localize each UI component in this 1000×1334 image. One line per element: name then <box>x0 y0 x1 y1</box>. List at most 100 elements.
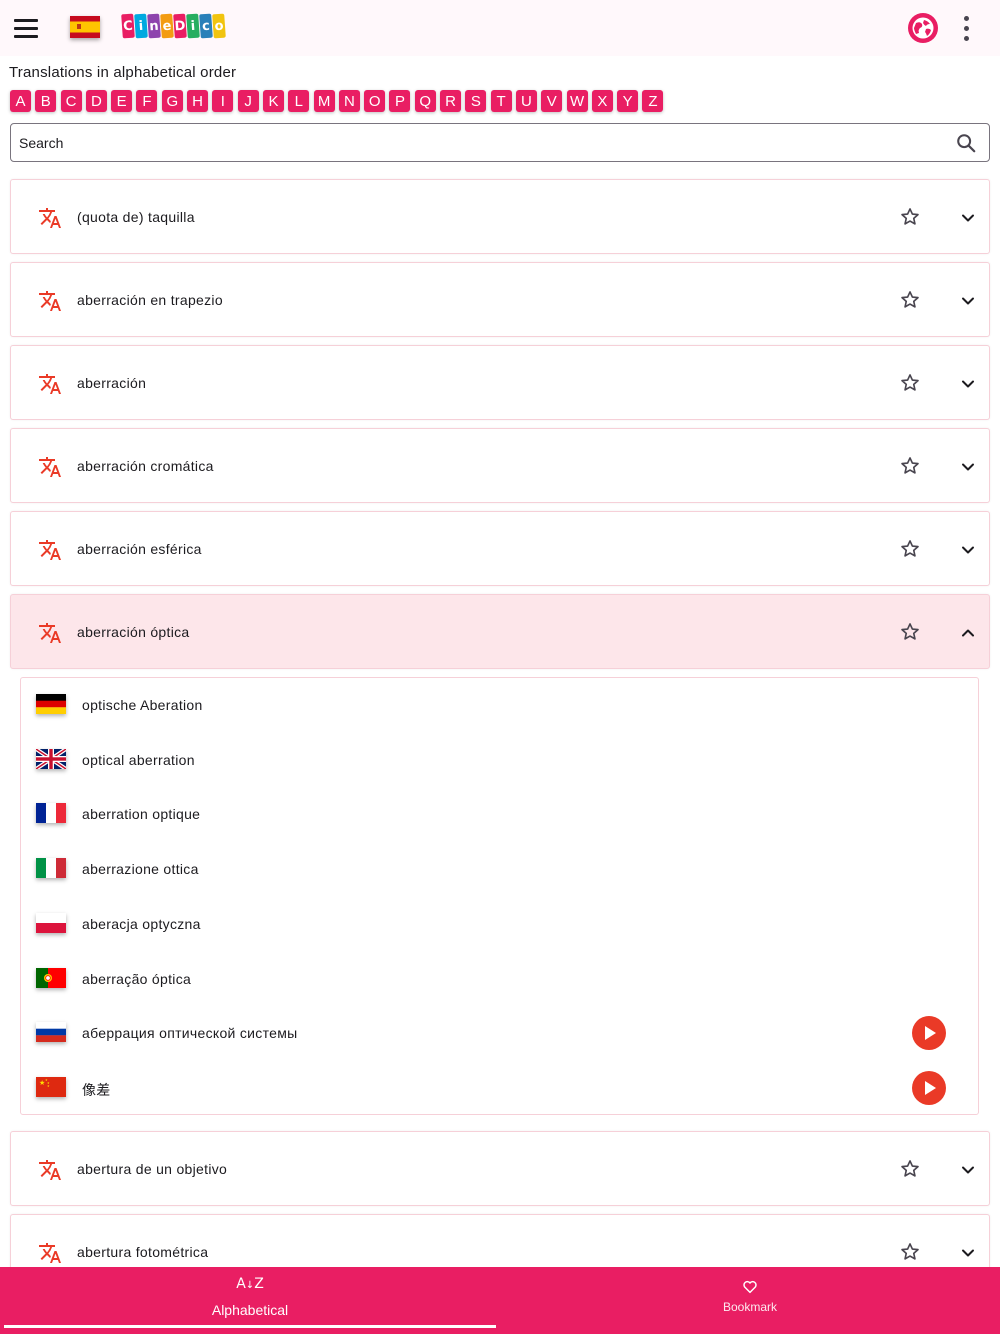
star-bookmark-icon[interactable] <box>899 206 921 228</box>
chevron-down-icon[interactable] <box>958 208 978 228</box>
term-card[interactable]: aberración cromática <box>10 428 990 503</box>
translation-row: aberração óptica <box>21 952 978 1006</box>
letter-button-n[interactable]: N <box>338 90 360 112</box>
letter-button-k[interactable]: K <box>262 90 284 112</box>
translation-text: aberration optique <box>82 806 201 823</box>
italy-flag-icon <box>36 858 66 879</box>
play-audio-icon[interactable] <box>912 1016 946 1051</box>
star-bookmark-icon[interactable] <box>899 1158 921 1180</box>
search-input[interactable] <box>19 124 919 161</box>
alphabet-index: ABCDEFGHIJKLMNOPQRSTUVWXYZ <box>10 90 664 112</box>
star-bookmark-icon[interactable] <box>899 538 921 560</box>
letter-button-z[interactable]: Z <box>642 90 664 112</box>
app-bar: CineDico <box>0 0 1000 56</box>
letter-button-b[interactable]: B <box>35 90 57 112</box>
term-label: aberración en trapezio <box>77 292 223 308</box>
term-label: (quota de) taquilla <box>77 209 195 225</box>
svg-text:★: ★ <box>47 1084 50 1088</box>
letter-button-v[interactable]: V <box>541 90 563 112</box>
letter-button-o[interactable]: O <box>364 90 386 112</box>
letter-button-s[interactable]: S <box>465 90 487 112</box>
chevron-up-icon[interactable] <box>958 623 978 643</box>
nav-bookmark-label: Bookmark <box>722 1300 778 1314</box>
logo-letter: i <box>134 13 148 39</box>
star-bookmark-icon[interactable] <box>899 621 921 643</box>
letter-button-m[interactable]: M <box>313 90 335 112</box>
china-flag-icon: ★ ★ ★ ★ <box>36 1076 66 1097</box>
logo-letter: c <box>199 13 213 39</box>
letter-button-u[interactable]: U <box>515 90 537 112</box>
logo-letter: i <box>186 13 200 39</box>
translation-row: аберрация оптической системы <box>21 1006 978 1060</box>
translation-row: optical aberration <box>21 733 978 787</box>
translate-icon <box>38 1158 62 1182</box>
translation-text: optical aberration <box>82 751 195 768</box>
nav-alphabetical[interactable]: A↓Z Alphabetical <box>0 1267 500 1334</box>
germany-flag-icon <box>36 694 66 714</box>
sort-alphabetical-icon: A↓Z <box>236 1276 264 1292</box>
letter-button-g[interactable]: G <box>161 90 183 112</box>
star-bookmark-icon[interactable] <box>899 455 921 477</box>
russia-flag-icon <box>36 1022 66 1043</box>
term-card[interactable]: aberración <box>10 345 990 420</box>
letter-button-f[interactable]: F <box>136 90 158 112</box>
chevron-down-icon[interactable] <box>958 1160 978 1180</box>
term-list: (quota de) taquilla aberración en trapezi… <box>10 179 990 1297</box>
term-card[interactable]: (quota de) taquilla <box>10 179 990 254</box>
france-flag-icon <box>36 803 66 824</box>
letter-button-x[interactable]: X <box>591 90 613 112</box>
uk-flag-icon <box>36 748 66 769</box>
star-bookmark-icon[interactable] <box>899 1241 921 1263</box>
letter-button-e[interactable]: E <box>111 90 133 112</box>
more-options-icon[interactable] <box>956 14 976 42</box>
menu-icon[interactable] <box>14 14 42 42</box>
letter-button-t[interactable]: T <box>490 90 512 112</box>
term-card[interactable]: aberración en trapezio <box>10 262 990 337</box>
chevron-down-icon[interactable] <box>958 540 978 560</box>
translation-row: aberrazione ottica <box>21 842 978 896</box>
search-icon[interactable] <box>955 132 977 154</box>
letter-button-i[interactable]: I <box>212 90 234 112</box>
letter-button-w[interactable]: W <box>566 90 588 112</box>
translate-icon <box>38 1241 62 1265</box>
letter-button-r[interactable]: R <box>440 90 462 112</box>
chevron-down-icon[interactable] <box>958 457 978 477</box>
term-label: abertura de un objetivo <box>77 1161 228 1177</box>
term-card[interactable]: aberración esférica <box>10 511 990 586</box>
letter-button-q[interactable]: Q <box>414 90 436 112</box>
translation-text: aberrazione ottica <box>82 861 199 878</box>
letter-button-c[interactable]: C <box>60 90 82 112</box>
spain-flag-icon[interactable] <box>70 16 100 38</box>
translate-icon <box>38 289 62 313</box>
nav-bookmark[interactable]: Bookmark <box>500 1267 1000 1334</box>
chevron-down-icon[interactable] <box>958 291 978 311</box>
logo-letter: D <box>173 13 187 39</box>
search-box[interactable] <box>10 123 990 162</box>
term-card[interactable]: abertura de un objetivo <box>10 1131 990 1206</box>
term-label: aberración <box>77 375 147 391</box>
letter-button-a[interactable]: A <box>10 90 31 112</box>
globe-icon[interactable] <box>907 12 939 44</box>
translation-text: 像差 <box>82 1081 111 1098</box>
app-logo: CineDico <box>121 13 226 42</box>
letter-button-d[interactable]: D <box>85 90 107 112</box>
letter-button-p[interactable]: P <box>389 90 411 112</box>
portugal-flag-icon <box>36 967 66 988</box>
letter-button-y[interactable]: Y <box>617 90 639 112</box>
letter-button-j[interactable]: J <box>237 90 259 112</box>
chevron-down-icon[interactable] <box>958 1243 978 1263</box>
term-label: aberración óptica <box>77 624 190 640</box>
star-bookmark-icon[interactable] <box>899 372 921 394</box>
term-label: aberración cromática <box>77 458 214 474</box>
logo-letter: C <box>121 13 135 39</box>
translate-icon <box>38 372 62 396</box>
chevron-down-icon[interactable] <box>958 374 978 394</box>
translation-text: aberração óptica <box>82 970 192 987</box>
letter-button-l[interactable]: L <box>288 90 310 112</box>
nav-alphabetical-label: Alphabetical <box>211 1302 289 1318</box>
star-bookmark-icon[interactable] <box>899 289 921 311</box>
term-card[interactable]: aberración óptica <box>10 594 990 669</box>
translation-row: ★ ★ ★ ★ 像差 <box>21 1061 978 1115</box>
letter-button-h[interactable]: H <box>187 90 209 112</box>
play-audio-icon[interactable] <box>912 1070 946 1105</box>
